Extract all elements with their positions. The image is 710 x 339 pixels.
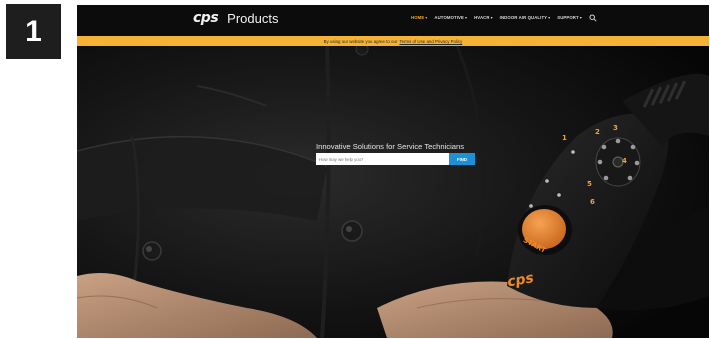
hero-image: 1 2 3 4 5 6 START cps [77, 46, 709, 338]
find-button[interactable]: FIND [449, 153, 475, 165]
nav-item-home[interactable]: HOME▾ [411, 15, 427, 20]
site-title: Products [227, 10, 279, 26]
nav-label: INDOOR AIR QUALITY [499, 15, 548, 20]
nav-item-hvacr[interactable]: HVACR▾ [474, 15, 493, 20]
hero-search-input[interactable] [316, 153, 449, 165]
dial-number: 6 [590, 198, 595, 206]
chevron-down-icon: ▾ [464, 15, 468, 20]
dial-number: 1 [562, 134, 567, 142]
cps-logo: cps [193, 10, 219, 26]
step-number-badge: 1 [6, 4, 61, 59]
hero-section: 1 2 3 4 5 6 START cps [77, 46, 709, 338]
terms-privacy-link[interactable]: Terms of Use and Privacy Policy [399, 39, 462, 44]
nav-item-support[interactable]: SUPPORT▾ [557, 15, 582, 20]
search-icon[interactable] [589, 14, 597, 22]
nav-label: AUTOMOTIVE [434, 15, 464, 20]
cookie-notice-text: By using our website you agree to our [323, 38, 398, 44]
nav-label: HOME [411, 15, 425, 20]
nav-item-automotive[interactable]: AUTOMOTIVE▾ [434, 15, 467, 20]
chevron-down-icon: ▾ [425, 15, 428, 20]
cookie-notice-bar: By using our website you agree to our Te… [77, 36, 709, 46]
brand[interactable]: cps Products [193, 10, 278, 26]
dial-number: 4 [622, 157, 627, 165]
top-navigation-bar: cps Products HOME▾ AUTOMOTIVE▾ HVACR▾ IN… [77, 5, 709, 34]
main-menu: HOME▾ AUTOMOTIVE▾ HVACR▾ INDOOR AIR QUAL… [411, 15, 582, 20]
dial-number: 3 [613, 124, 618, 132]
chevron-down-icon: ▾ [548, 15, 551, 20]
chevron-down-icon: ▾ [579, 15, 582, 20]
chevron-down-icon: ▾ [490, 15, 493, 20]
nav-label: HVACR [474, 15, 490, 20]
hero-search-form: FIND [316, 153, 475, 165]
hero-tagline: Innovative Solutions for Service Technic… [316, 142, 465, 151]
nav-item-indoor-air-quality[interactable]: INDOOR AIR QUALITY▾ [500, 15, 551, 20]
nav-label: SUPPORT [557, 15, 579, 20]
dial-number: 2 [595, 128, 600, 136]
website-screenshot: 1 2 3 4 5 6 START cps cps Products HOME▾… [77, 5, 709, 338]
dial-number: 5 [587, 180, 592, 188]
